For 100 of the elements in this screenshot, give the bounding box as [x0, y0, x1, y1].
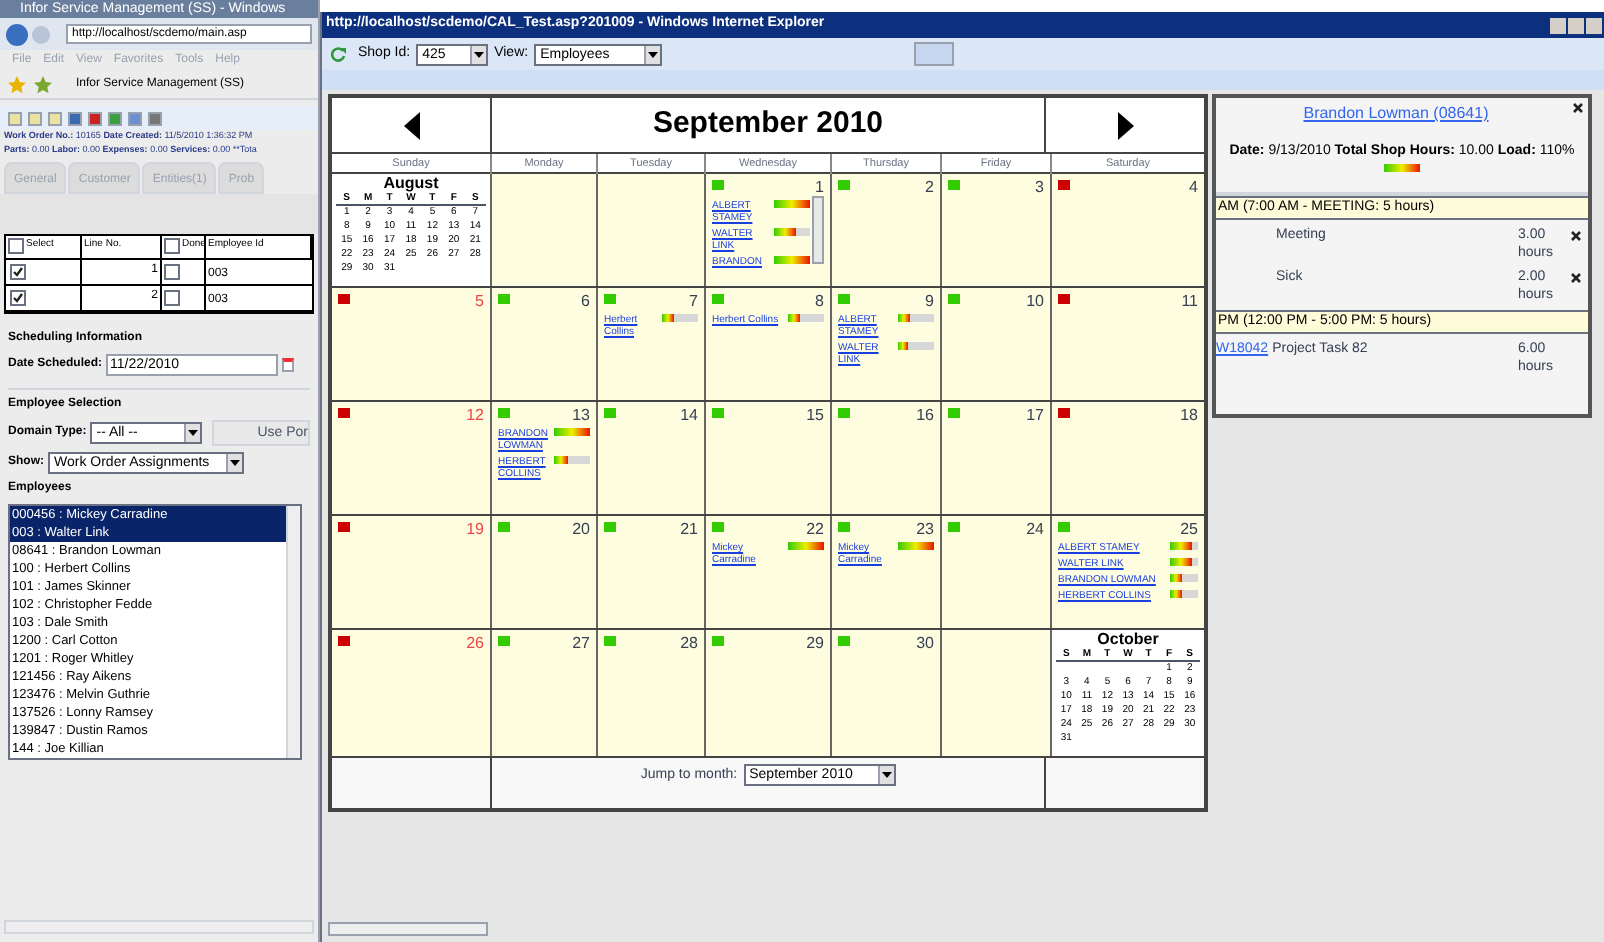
day-number[interactable]: 21 [680, 522, 698, 538]
day-number[interactable]: 15 [806, 408, 824, 424]
day-cell[interactable]: 11 [1052, 288, 1204, 400]
horizontal-scrollbar[interactable] [4, 920, 314, 934]
load-bar [788, 314, 824, 322]
day-cell[interactable]: 26 [332, 630, 490, 756]
day-number[interactable]: 24 [1026, 522, 1044, 538]
dropdown-arrow-icon [226, 453, 242, 471]
close-icon[interactable] [1586, 17, 1602, 33]
mini-calendar-title: October [1097, 630, 1159, 648]
day-cell[interactable]: 10 [942, 288, 1050, 400]
checkbox[interactable] [10, 263, 26, 279]
day-cell[interactable]: 21 [598, 516, 704, 628]
load-bar [1170, 558, 1198, 566]
checkbox[interactable] [164, 289, 180, 305]
day-cell[interactable]: 2 [832, 174, 940, 286]
month-title: September 2010 [652, 104, 884, 145]
day-cell[interactable]: 17 [942, 402, 1050, 514]
load-bar [1170, 590, 1198, 598]
load-bar [774, 200, 810, 208]
horizontal-scrollbar[interactable] [328, 922, 488, 936]
day-number[interactable]: 29 [806, 636, 824, 652]
checkbox[interactable] [164, 238, 180, 254]
day-number[interactable]: 2 [925, 180, 934, 196]
day-cell[interactable]: 29 [706, 630, 830, 756]
checkbox[interactable] [8, 238, 24, 254]
day-cell[interactable]: 27 [492, 630, 596, 756]
load-bar [898, 342, 934, 350]
day-number[interactable]: 7 [689, 294, 698, 310]
day-number[interactable]: 26 [466, 636, 484, 652]
day-number[interactable]: 19 [466, 522, 484, 538]
day-cell[interactable]: 15 [706, 402, 830, 514]
day-number[interactable]: 13 [572, 408, 590, 424]
mini-calendar-title: August [383, 174, 439, 192]
day-cell[interactable]: 20 [492, 516, 596, 628]
remove-icon[interactable] [1570, 271, 1582, 283]
back-icon[interactable] [6, 23, 28, 45]
refresh-icon[interactable] [330, 46, 346, 62]
load-bar [554, 428, 590, 436]
day-cell[interactable]: 24 [942, 516, 1050, 628]
employee-list[interactable] [8, 503, 302, 759]
dropdown-arrow-icon [644, 45, 661, 63]
day-cell[interactable]: 16 [832, 402, 940, 514]
maximize-icon[interactable] [1568, 17, 1584, 33]
day-number[interactable]: 20 [572, 522, 590, 538]
close-icon[interactable] [1572, 102, 1584, 114]
checkbox[interactable] [10, 289, 26, 305]
minimize-icon[interactable] [1550, 17, 1566, 33]
day-number[interactable]: 10 [1026, 294, 1044, 310]
load-bar [1170, 574, 1198, 582]
employee-link[interactable]: Brandon Lowman (08641) [1220, 102, 1572, 126]
add-favorite-icon[interactable] [34, 76, 52, 94]
next-month-icon[interactable] [1117, 111, 1133, 139]
scrollbar[interactable] [812, 196, 824, 264]
day-number[interactable]: 5 [475, 294, 484, 310]
day-cell[interactable]: 3 [942, 174, 1050, 286]
day-cell[interactable]: 6 [492, 288, 596, 400]
remove-icon[interactable] [1570, 229, 1582, 241]
day-cell[interactable]: 30 [832, 630, 940, 756]
day-number[interactable]: 23 [916, 522, 934, 538]
load-bar [774, 228, 810, 236]
day-number[interactable]: 12 [466, 408, 484, 424]
day-cell[interactable]: 28 [598, 630, 704, 756]
day-number[interactable]: 28 [680, 636, 698, 652]
day-cell[interactable]: 5 [332, 288, 490, 400]
previous-month-icon[interactable] [403, 111, 419, 139]
load-bar [898, 314, 934, 322]
load-bar [1384, 163, 1420, 171]
day-number[interactable]: 8 [815, 294, 824, 310]
checkbox[interactable] [164, 263, 180, 279]
load-bar [662, 314, 698, 322]
day-number[interactable]: 30 [916, 636, 934, 652]
scrollbar[interactable] [286, 505, 300, 757]
day-number[interactable]: 6 [581, 294, 590, 310]
day-number[interactable]: 22 [806, 522, 824, 538]
day-cell[interactable]: 14 [598, 402, 704, 514]
day-cell[interactable]: 18 [1052, 402, 1204, 514]
load-bar [554, 456, 590, 464]
dropdown-arrow-icon [877, 766, 894, 784]
dropdown-arrow-icon [184, 423, 201, 441]
dropdown-arrow-icon [470, 45, 487, 63]
load-bar [788, 542, 824, 550]
day-number[interactable]: 14 [680, 408, 698, 424]
day-number[interactable]: 27 [572, 636, 590, 652]
day-number[interactable]: 16 [916, 408, 934, 424]
load-bar [774, 256, 810, 264]
day-number[interactable]: 25 [1180, 522, 1198, 538]
day-number[interactable]: 17 [1026, 408, 1044, 424]
load-bar [1170, 542, 1198, 550]
day-number[interactable]: 9 [925, 294, 934, 310]
day-number[interactable]: 11 [1181, 294, 1198, 310]
day-number[interactable]: 3 [1035, 180, 1044, 196]
day-number[interactable]: 1 [815, 180, 824, 196]
star-icon[interactable] [8, 76, 26, 94]
day-cell[interactable]: 4 [1052, 174, 1204, 286]
day-cell[interactable]: 19 [332, 516, 490, 628]
day-number[interactable]: 18 [1180, 408, 1198, 424]
day-cell[interactable]: 12 [332, 402, 490, 514]
calendar-icon[interactable] [282, 357, 295, 371]
day-number[interactable]: 4 [1189, 180, 1198, 196]
